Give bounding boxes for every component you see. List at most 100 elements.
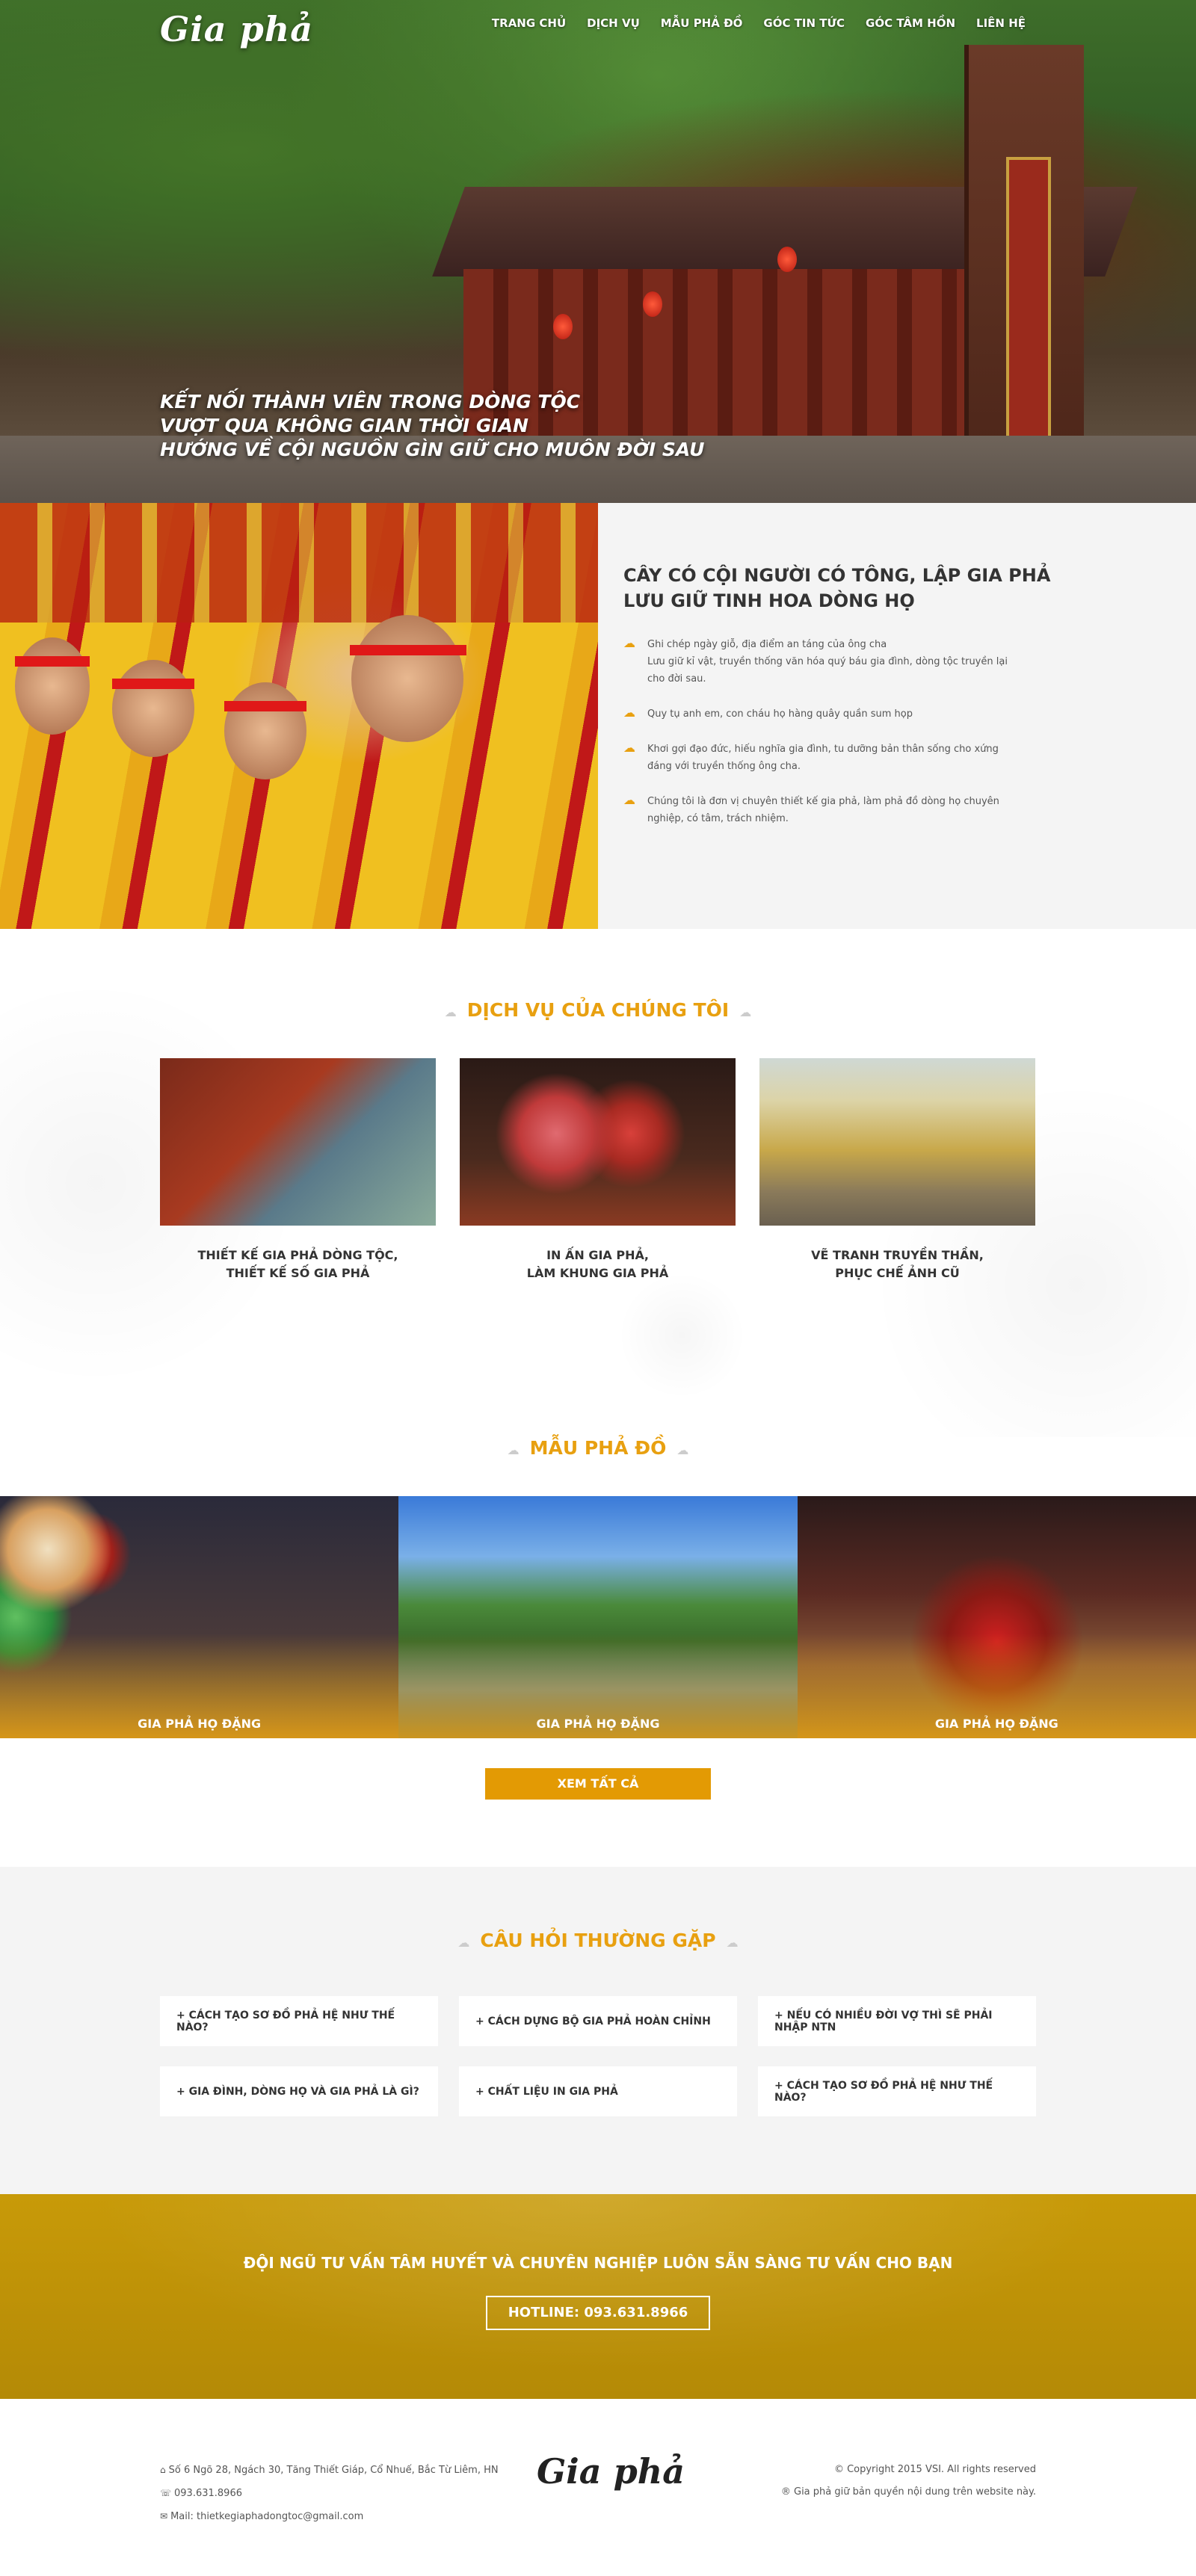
site-logo[interactable]: Gia phả [160, 9, 313, 49]
service-caption-line: VẼ TRANH TRUYỀN THẦN, [811, 1248, 984, 1262]
service-caption-line: PHỤC CHẾ ẢNH CŨ [835, 1266, 960, 1280]
footer-mail: ✉ Mail: thietkegiaphadongtoc@gmail.com [160, 2505, 499, 2528]
faq-item[interactable]: + NẾU CÓ NHIỀU ĐỜI VỢ THÌ SẼ PHẢI NHẬP N… [758, 1996, 1036, 2046]
services-grid: THIẾT KẾ GIA PHẢ DÒNG TỘC, THIẾT KẾ SỐ GI… [160, 1058, 1036, 1282]
nav-contact[interactable]: LIÊN HỆ [966, 16, 1036, 30]
about-item: ☁ Chúng tôi là đơn vị chuyên thiết kế gia… [623, 793, 1012, 827]
faq-item[interactable]: + GIA ĐÌNH, DÒNG HỌ VÀ GIA PHẢ LÀ GÌ? [160, 2066, 438, 2116]
about-list: ☁ Ghi chép ngày giỗ, địa điểm an táng của… [623, 636, 1012, 827]
service-caption-line: IN ẤN GIA PHẢ, [546, 1248, 649, 1262]
samples-grid: GIA PHẢ HỌ ĐẶNG GIA PHẢ HỌ ĐẶNG GIA PHẢ … [0, 1496, 1196, 1738]
cloud-icon: ☁ [457, 1936, 470, 1950]
view-all-button[interactable]: XEM TẤT CẢ [485, 1768, 711, 1800]
cloud-bullet-icon: ☁ [623, 636, 635, 650]
temple-gate-image [964, 45, 1084, 503]
nav-news[interactable]: GÓC TIN TỨC [753, 16, 855, 30]
faq-item[interactable]: + CHẤT LIỆU IN GIA PHẢ [459, 2066, 737, 2116]
footer-copyright: © Copyright 2015 VSI. All rights reserve… [781, 2459, 1036, 2504]
about-item: ☁ Quy tụ anh em, con cháu họ hàng quây qu… [623, 705, 1012, 723]
headband [224, 701, 306, 711]
service-image[interactable] [460, 1058, 736, 1226]
nav-samples[interactable]: MẪU PHẢ ĐỒ [650, 16, 753, 30]
faq-title-text: CÂU HỎI THƯỜNG GẶP [480, 1930, 716, 1951]
service-caption-line: LÀM KHUNG GIA PHẢ [526, 1266, 669, 1280]
copyright-text: © Copyright 2015 VSI. All rights reserve… [833, 2464, 1036, 2475]
sample-card[interactable]: GIA PHẢ HỌ ĐẶNG [797, 1496, 1196, 1738]
hotline-button[interactable]: HOTLINE: 093.631.8966 [485, 2296, 711, 2330]
about-content: CÂY CÓ CỘI NGƯỜI CÓ TÔNG, LẬP GIA PHẢ LƯ… [598, 503, 1196, 929]
service-caption-line: THIẾT KẾ GIA PHẢ DÒNG TỘC, [197, 1248, 398, 1262]
service-card[interactable]: IN ẤN GIA PHẢ, LÀM KHUNG GIA PHẢ [460, 1058, 736, 1282]
footer-address: ⌂ Số 6 Ngõ 28, Ngách 30, Tăng Thiết Giáp,… [160, 2459, 499, 2482]
footer-logo[interactable]: Gia phả [537, 2451, 685, 2492]
hero-line: HƯỚNG VỀ CỘI NGUỒN GÌN GIỮ CHO MUÔN ĐỜI … [160, 439, 705, 460]
cloud-icon: ☁ [676, 1443, 689, 1457]
nav-home[interactable]: TRANG CHỦ [481, 16, 576, 30]
main-nav: TRANG CHỦ DỊCH VỤ MẪU PHẢ ĐỒ GÓC TIN TỨC… [481, 16, 1036, 30]
headband [15, 656, 90, 667]
sample-card[interactable]: GIA PHẢ HỌ ĐẶNG [0, 1496, 399, 1738]
festival-banner [0, 503, 598, 623]
nav-soul[interactable]: GÓC TÂM HỒN [855, 16, 966, 30]
service-image[interactable] [160, 1058, 436, 1226]
faq-title: ☁ CÂU HỎI THƯỜNG GẶP ☁ [0, 1930, 1196, 1951]
sample-label[interactable]: GIA PHẢ HỌ ĐẶNG [398, 1717, 797, 1731]
faq-item[interactable]: + CÁCH DỰNG BỘ GIA PHẢ HOÀN CHỈNH [459, 1996, 737, 2046]
services-title: ☁ DỊCH VỤ CỦA CHÚNG TÔI ☁ [0, 999, 1196, 1021]
service-image[interactable] [759, 1058, 1035, 1226]
cloud-icon: ☁ [444, 1005, 457, 1019]
lantern-icon [553, 314, 573, 339]
nav-services[interactable]: DỊCH VỤ [576, 16, 650, 30]
footer-address-text: Số 6 Ngõ 28, Ngách 30, Tăng Thiết Giáp, … [168, 2465, 499, 2476]
samples-title-text: MẪU PHẢ ĐỒ [529, 1437, 667, 1459]
services-title-text: DỊCH VỤ CỦA CHÚNG TÔI [466, 999, 730, 1021]
hero-banner: Gia phả TRANG CHỦ DỊCH VỤ MẪU PHẢ ĐỒ GÓC… [0, 0, 1196, 503]
service-caption[interactable]: IN ẤN GIA PHẢ, LÀM KHUNG GIA PHẢ [460, 1247, 736, 1282]
rights-text: ® Gia phả giữ bản quyền nội dung trên we… [780, 2486, 1036, 2498]
footer: ⌂ Số 6 Ngõ 28, Ngách 30, Tăng Thiết Giáp,… [0, 2399, 1196, 2551]
service-caption[interactable]: THIẾT KẾ GIA PHẢ DÒNG TỘC, THIẾT KẾ SỐ GI… [160, 1247, 436, 1282]
mail-icon: ✉ [160, 2511, 168, 2521]
person-face [224, 682, 306, 779]
cloud-bullet-icon: ☁ [623, 705, 635, 720]
service-card[interactable]: THIẾT KẾ GIA PHẢ DÒNG TỘC, THIẾT KẾ SỐ GI… [160, 1058, 436, 1282]
faq-item[interactable]: + CÁCH TẠO SƠ ĐỒ PHẢ HỆ NHƯ THẾ NÀO? [160, 1996, 438, 2046]
about-title-line: CÂY CÓ CỘI NGƯỜI CÓ TÔNG, LẬP GIA PHẢ [623, 565, 1051, 586]
hero-line: KẾT NỐI THÀNH VIÊN TRONG DÒNG TỘC [160, 391, 581, 413]
faq-section: ☁ CÂU HỎI THƯỜNG GẶP ☁ + CÁCH TẠO SƠ ĐỒ PH… [0, 1867, 1196, 2194]
service-caption[interactable]: VẼ TRANH TRUYỀN THẦN, PHỤC CHẾ ẢNH CŨ [759, 1247, 1035, 1282]
samples-section: ☁ MẪU PHẢ ĐỒ ☁ GIA PHẢ HỌ ĐẶNG GIA PHẢ HỌ … [0, 1437, 1196, 1867]
cloud-icon: ☁ [507, 1443, 520, 1457]
cloud-bullet-icon: ☁ [623, 793, 635, 807]
faq-item[interactable]: + CÁCH TẠO SƠ ĐỒ PHẢ HỆ NHƯ THẾ NÀO? [758, 2066, 1036, 2116]
view-all-wrapper: XEM TẤT CẢ [0, 1738, 1196, 1867]
hero-line: VƯỢT QUA KHÔNG GIAN THỜI GIAN [160, 415, 528, 436]
footer-mail-text[interactable]: Mail: thietkegiaphadongtoc@gmail.com [170, 2511, 363, 2522]
person-face [351, 615, 463, 742]
about-title-line: LƯU GIỮ TINH HOA DÒNG HỌ [623, 590, 915, 611]
about-section: CÂY CÓ CỘI NGƯỜI CÓ TÔNG, LẬP GIA PHẢ LƯ… [0, 503, 1196, 929]
sample-label[interactable]: GIA PHẢ HỌ ĐẶNG [0, 1717, 398, 1731]
sample-card[interactable]: GIA PHẢ HỌ ĐẶNG [398, 1496, 798, 1738]
gate-inscription [1006, 157, 1051, 471]
lantern-icon [643, 291, 662, 317]
phone-icon: ☏ [160, 2488, 172, 2498]
cloud-icon: ☁ [726, 1936, 739, 1950]
cta-title: ĐỘI NGŨ TƯ VẤN TÂM HUYẾT VÀ CHUYÊN NGHIỆ… [243, 2254, 953, 2272]
cloud-icon: ☁ [739, 1005, 752, 1019]
about-item-text: Ghi chép ngày giỗ, địa điểm an táng của … [647, 639, 1008, 685]
footer-phone: ☏ 093.631.8966 [160, 2482, 499, 2505]
about-item-text: Chúng tôi là đơn vị chuyên thiết kế gia … [647, 796, 999, 824]
footer-phone-text[interactable]: 093.631.8966 [174, 2488, 242, 2499]
sample-label[interactable]: GIA PHẢ HỌ ĐẶNG [798, 1717, 1196, 1731]
samples-title: ☁ MẪU PHẢ ĐỒ ☁ [0, 1437, 1196, 1459]
headband [350, 645, 466, 655]
about-title: CÂY CÓ CỘI NGƯỜI CÓ TÔNG, LẬP GIA PHẢ LƯ… [623, 563, 1196, 614]
service-card[interactable]: VẼ TRANH TRUYỀN THẦN, PHỤC CHẾ ẢNH CŨ [759, 1058, 1035, 1282]
home-icon: ⌂ [160, 2465, 166, 2475]
headband [112, 679, 194, 689]
contact-cta: ĐỘI NGŨ TƯ VẤN TÂM HUYẾT VÀ CHUYÊN NGHIỆ… [0, 2194, 1196, 2399]
hero-slogan: KẾT NỐI THÀNH VIÊN TRONG DÒNG TỘC VƯỢT Q… [160, 390, 704, 462]
about-item: ☁ Khơi gợi đạo đức, hiếu nghĩa gia đình, … [623, 741, 1012, 775]
about-item-text: Khơi gợi đạo đức, hiếu nghĩa gia đình, t… [647, 744, 999, 772]
